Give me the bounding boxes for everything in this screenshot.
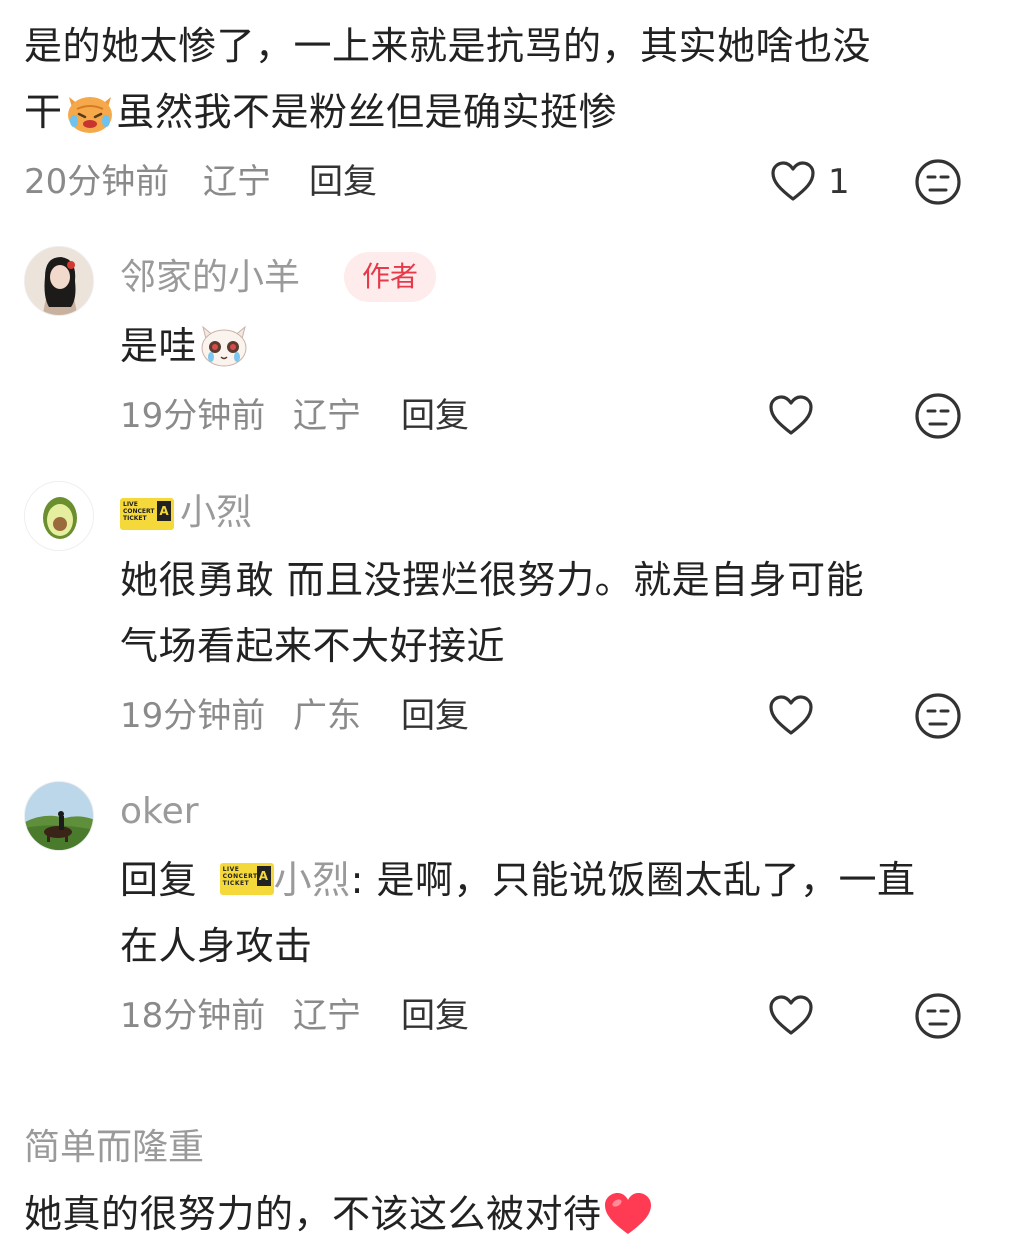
concert-ticket-badge-icon: LIVE CONCERT TICKET A: [120, 498, 174, 530]
ticket-line-1: LIVE: [123, 501, 138, 508]
comment-5-username[interactable]: 简单而隆重: [24, 1126, 204, 1170]
avatar[interactable]: [24, 481, 94, 551]
comment-4-reply-to-username[interactable]: 小烈: [274, 858, 351, 902]
comment-4-reply-button[interactable]: 回复: [401, 996, 469, 1036]
author-badge: 作者: [344, 252, 437, 302]
heart-icon[interactable]: [766, 991, 816, 1041]
ticket-line-1: LIVE: [222, 866, 240, 873]
ticket-zone: A: [157, 501, 171, 521]
comment-2-text-content: 是哇: [120, 324, 198, 368]
comment-4-text-line2: 在人身攻击: [120, 924, 313, 968]
comment-4-text-line1: 回复 LIVE CONCERT TICKET A 小烈: 是啊，只能说饭圈太乱了…: [120, 848, 916, 912]
comment-3-text-line2: 气场看起来不大好接近: [120, 624, 506, 668]
comment-5-text: 她真的很努力的，不该这么被对待: [24, 1182, 654, 1256]
comment-2-location: 辽宁: [293, 396, 361, 436]
comment-3-location: 广东: [293, 696, 361, 736]
meh-face-icon[interactable]: [913, 691, 963, 741]
ticket-zone: A: [256, 866, 271, 886]
comment-1-text-line2: 干 虽然我不是粉丝但是确实挺惨: [24, 80, 617, 154]
meh-face-icon[interactable]: [913, 991, 963, 1041]
comment-1-text-part-a: 干: [24, 90, 63, 134]
heart-icon[interactable]: [768, 157, 818, 207]
comment-4-location: 辽宁: [293, 996, 361, 1036]
comment-1-text-line1: 是的她太惨了，一上来就是抗骂的，其实她啥也没: [24, 24, 872, 68]
comment-3-time: 19分钟前: [120, 696, 266, 736]
ticket-line-2: CONCERT: [222, 873, 258, 880]
comment-3-username[interactable]: 小烈: [180, 491, 252, 535]
ticket-line-3: TICKET: [222, 880, 250, 887]
comment-1-reply-button[interactable]: 回复: [309, 162, 377, 202]
comment-2-reply-button[interactable]: 回复: [401, 396, 469, 436]
avatar[interactable]: [24, 246, 94, 316]
ticket-line-2: CONCERT: [123, 508, 155, 515]
meh-face-icon[interactable]: [913, 391, 963, 441]
avatar[interactable]: [24, 781, 94, 851]
comment-4-reply-prefix: 回复: [120, 858, 198, 902]
comment-2-text: 是哇: [120, 314, 251, 388]
concert-ticket-badge-icon: LIVE CONCERT TICKET A: [219, 863, 274, 895]
comment-1-text-part-b: 虽然我不是粉丝但是确实挺惨: [116, 90, 618, 134]
heart-icon[interactable]: [766, 391, 816, 441]
comment-1-location: 辽宁: [203, 162, 271, 202]
comment-5-text-content: 她真的很努力的，不该这么被对待: [24, 1192, 602, 1236]
heart-icon[interactable]: [766, 691, 816, 741]
comment-2-username[interactable]: 邻家的小羊: [120, 256, 300, 300]
comment-4-text-rest: : 是啊，只能说饭圈太乱了，一直: [350, 858, 916, 902]
comment-4-username[interactable]: oker: [120, 790, 199, 834]
comment-1-like-count: 1: [828, 162, 850, 202]
comment-3-text-line1: 她很勇敢 而且没摆烂很努力。就是自身可能: [120, 558, 865, 602]
comment-1-time: 20分钟前: [24, 162, 170, 202]
comment-3-reply-button[interactable]: 回复: [401, 696, 469, 736]
ticket-line-3: TICKET: [123, 515, 147, 522]
crying-cat-emoji-icon: [63, 87, 117, 154]
crying-white-cat-emoji-icon: [197, 319, 251, 388]
comment-4-time: 18分钟前: [120, 996, 266, 1036]
meh-face-icon[interactable]: [913, 157, 963, 207]
comment-2-time: 19分钟前: [120, 396, 266, 436]
red-heart-emoji-icon: [602, 1191, 654, 1256]
